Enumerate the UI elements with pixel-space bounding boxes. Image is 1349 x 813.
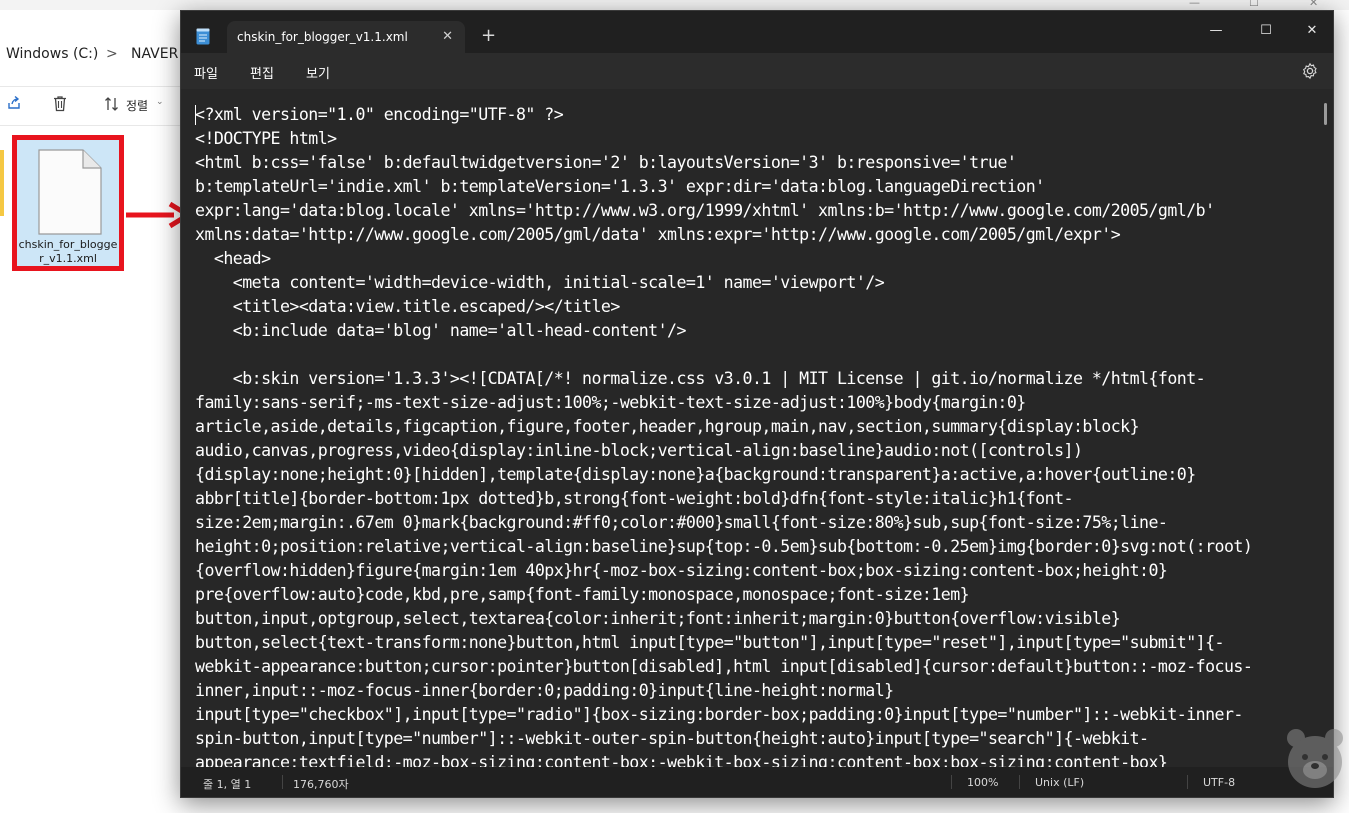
status-divider <box>1187 775 1188 789</box>
tab-close-icon[interactable]: ✕ <box>442 29 453 44</box>
menu-view[interactable]: 보기 <box>306 63 330 82</box>
new-tab-button[interactable]: + <box>481 27 496 45</box>
share-icon[interactable] <box>6 95 22 115</box>
document-text[interactable]: <?xml version="1.0" encoding="UTF-8" ?> … <box>195 103 1321 767</box>
notepad-window: chskin_for_blogger_v1.1.xml ✕ + — ☐ ✕ 파일… <box>180 10 1334 798</box>
folder-icon-edge <box>0 150 4 216</box>
character-count: 176,760자 <box>293 778 349 791</box>
menu-file[interactable]: 파일 <box>194 63 218 82</box>
document-tab[interactable]: chskin_for_blogger_v1.1.xml ✕ <box>227 21 465 53</box>
address-bar[interactable]: Windows (C:) > NAVER <box>0 36 200 76</box>
selected-file-item[interactable]: chskin_for_blogger_v1.1.xml <box>12 135 124 271</box>
cursor-position: 줄 1, 열 1 <box>203 778 252 791</box>
file-name-label: chskin_for_blogger_v1.1.xml <box>18 238 118 265</box>
gear-icon[interactable] <box>1301 62 1319 80</box>
explorer-close-icon[interactable]: ✕ <box>1309 0 1318 9</box>
sort-button[interactable]: 정렬 <box>126 97 148 114</box>
status-bar: 줄 1, 열 1 176,760자 100% Unix (LF) UTF-8 <box>181 767 1333 797</box>
notepad-app-icon <box>196 28 210 45</box>
chevron-down-icon[interactable]: ⌄ <box>156 97 164 107</box>
maximize-icon[interactable]: ☐ <box>1256 21 1276 41</box>
tab-title: chskin_for_blogger_v1.1.xml <box>237 30 408 44</box>
breadcrumb-separator: > <box>106 46 118 62</box>
minimize-icon[interactable]: — <box>1206 21 1226 41</box>
status-divider <box>951 775 952 789</box>
line-ending[interactable]: Unix (LF) <box>1035 776 1084 789</box>
breadcrumb-drive[interactable]: Windows (C:) <box>6 46 98 62</box>
zoom-level[interactable]: 100% <box>967 776 998 789</box>
text-caret <box>195 105 196 125</box>
notepad-title-bar[interactable]: chskin_for_blogger_v1.1.xml ✕ + — ☐ ✕ <box>181 11 1333 53</box>
sort-icon[interactable] <box>104 96 120 116</box>
close-window-icon[interactable]: ✕ <box>1302 21 1322 41</box>
menu-edit[interactable]: 편집 <box>250 63 274 82</box>
encoding[interactable]: UTF-8 <box>1203 776 1235 789</box>
menu-bar: 파일 편집 보기 <box>181 53 1333 89</box>
delete-icon[interactable] <box>52 95 68 116</box>
explorer-toolbar: 정렬 ⌄ <box>0 86 180 126</box>
text-editor[interactable]: <?xml version="1.0" encoding="UTF-8" ?> … <box>181 89 1333 767</box>
document-file-icon <box>38 149 102 235</box>
explorer-title-bar <box>0 0 1349 10</box>
bear-watermark-icon <box>1287 729 1343 788</box>
status-divider <box>1019 775 1020 789</box>
explorer-maximize-icon[interactable]: ☐ <box>1249 0 1259 9</box>
status-divider <box>282 775 283 789</box>
vertical-scrollbar[interactable] <box>1324 103 1327 125</box>
explorer-minimize-icon[interactable]: — <box>1189 0 1200 9</box>
breadcrumb-folder[interactable]: NAVER <box>131 46 178 62</box>
explorer-window-controls: — ☐ ✕ <box>1149 0 1349 10</box>
